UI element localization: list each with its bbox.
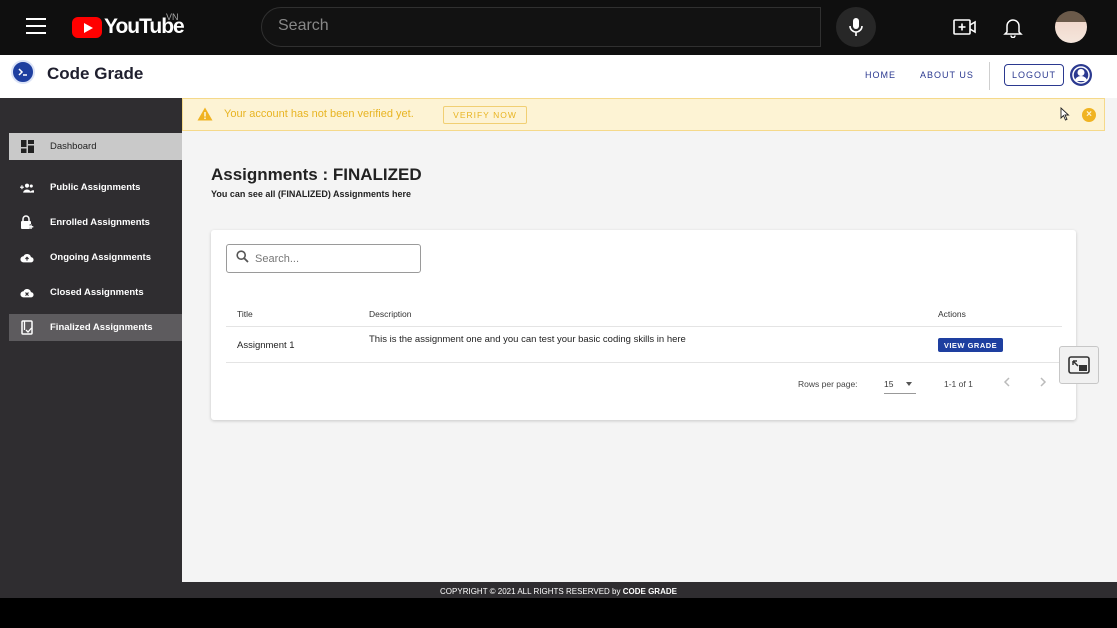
view-grade-button[interactable]: VIEW GRADE <box>938 338 1003 352</box>
app-header: Code Grade HOME ABOUT US LOGOUT <box>0 55 1117 98</box>
column-header-title: Title <box>237 309 253 319</box>
sidebar-item-label: Finalized Assignments <box>50 322 153 333</box>
country-code: VN <box>166 12 179 22</box>
header-divider <box>226 326 1062 327</box>
page-title: Assignments : FINALIZED <box>211 165 422 184</box>
footer: COPYRIGHT © 2021 ALL RIGHTS RESERVED by … <box>0 582 1117 598</box>
picture-in-picture-icon[interactable] <box>1059 346 1099 384</box>
footer-copyright: COPYRIGHT © 2021 ALL RIGHTS RESERVED by <box>440 587 621 596</box>
nav-divider <box>989 62 990 90</box>
microphone-icon[interactable] <box>836 7 876 47</box>
notifications-bell-icon[interactable] <box>1002 16 1024 39</box>
assignment-search-input[interactable]: Search... <box>226 244 421 273</box>
code-grade-app: Code Grade HOME ABOUT US LOGOUT Dashboar… <box>0 55 1117 598</box>
nav-home-link[interactable]: HOME <box>865 70 896 80</box>
sidebar-item-label: Closed Assignments <box>50 287 144 298</box>
cloud-off-icon <box>20 286 34 300</box>
column-header-actions: Actions <box>938 309 966 319</box>
sidebar-item-label: Dashboard <box>50 141 97 152</box>
sidebar-item-public-assignments[interactable]: Public Assignments <box>9 174 182 201</box>
verify-now-button[interactable]: VERIFY NOW <box>443 106 527 124</box>
sidebar-item-label: Public Assignments <box>50 182 141 193</box>
search-icon <box>236 249 249 268</box>
finalized-icon <box>20 320 34 335</box>
scrollbar[interactable] <box>1105 98 1117 598</box>
previous-page-icon[interactable] <box>1000 375 1014 389</box>
sidebar: Dashboard Public Assignments Enrolled As… <box>0 98 182 582</box>
assignments-table-card: Search... Title Description Actions Assi… <box>211 230 1076 420</box>
sidebar-item-dashboard[interactable]: Dashboard <box>9 133 182 160</box>
sidebar-item-ongoing-assignments[interactable]: Ongoing Assignments <box>9 244 182 271</box>
sidebar-item-enrolled-assignments[interactable]: Enrolled Assignments <box>9 209 182 236</box>
youtube-search-input[interactable]: Search <box>261 7 821 47</box>
sidebar-item-finalized-assignments[interactable]: Finalized Assignments <box>9 314 182 341</box>
sidebar-item-label: Enrolled Assignments <box>50 217 150 228</box>
sidebar-item-closed-assignments[interactable]: Closed Assignments <box>9 279 182 306</box>
rows-per-page-label: Rows per page: <box>798 379 858 389</box>
app-title: Code Grade <box>47 64 144 83</box>
lock-plus-icon <box>20 215 34 230</box>
alert-close-icon[interactable]: × <box>1082 108 1096 122</box>
warning-icon <box>197 107 213 126</box>
youtube-avatar[interactable] <box>1055 11 1087 43</box>
page-subtitle: You can see all (FINALIZED) Assignments … <box>211 189 412 199</box>
alert-message: Your account has not been verified yet. <box>224 108 414 120</box>
cloud-upload-icon <box>20 251 34 265</box>
youtube-topbar: YouTube VN Search <box>0 0 1117 55</box>
search-placeholder: Search... <box>255 252 300 265</box>
verification-alert: Your account has not been verified yet. … <box>182 98 1105 131</box>
nav-about-link[interactable]: ABOUT US <box>920 70 974 80</box>
sidebar-item-label: Ongoing Assignments <box>50 252 151 263</box>
code-grade-logo-icon[interactable] <box>11 60 35 84</box>
youtube-play-icon <box>72 16 102 38</box>
hamburger-menu-icon[interactable] <box>26 18 46 36</box>
pagination-range: 1-1 of 1 <box>944 379 973 389</box>
column-header-description: Description <box>369 309 412 319</box>
next-page-icon[interactable] <box>1036 375 1050 389</box>
rows-per-page-select[interactable]: 15 <box>884 373 916 394</box>
dropdown-arrow-icon <box>906 382 912 386</box>
rows-per-page-value: 15 <box>884 379 894 389</box>
create-video-icon[interactable] <box>953 16 977 38</box>
footer-brand: CODE GRADE <box>622 587 677 596</box>
logout-button[interactable]: LOGOUT <box>1004 64 1064 86</box>
row-divider <box>226 362 1062 363</box>
search-divider <box>820 7 821 47</box>
row-title: Assignment 1 <box>237 340 295 351</box>
dashboard-icon <box>20 140 34 154</box>
group-add-icon <box>20 181 34 195</box>
mouse-cursor-icon <box>1060 106 1070 126</box>
account-circle-icon[interactable] <box>1070 64 1092 86</box>
row-description: This is the assignment one and you can t… <box>369 334 686 345</box>
